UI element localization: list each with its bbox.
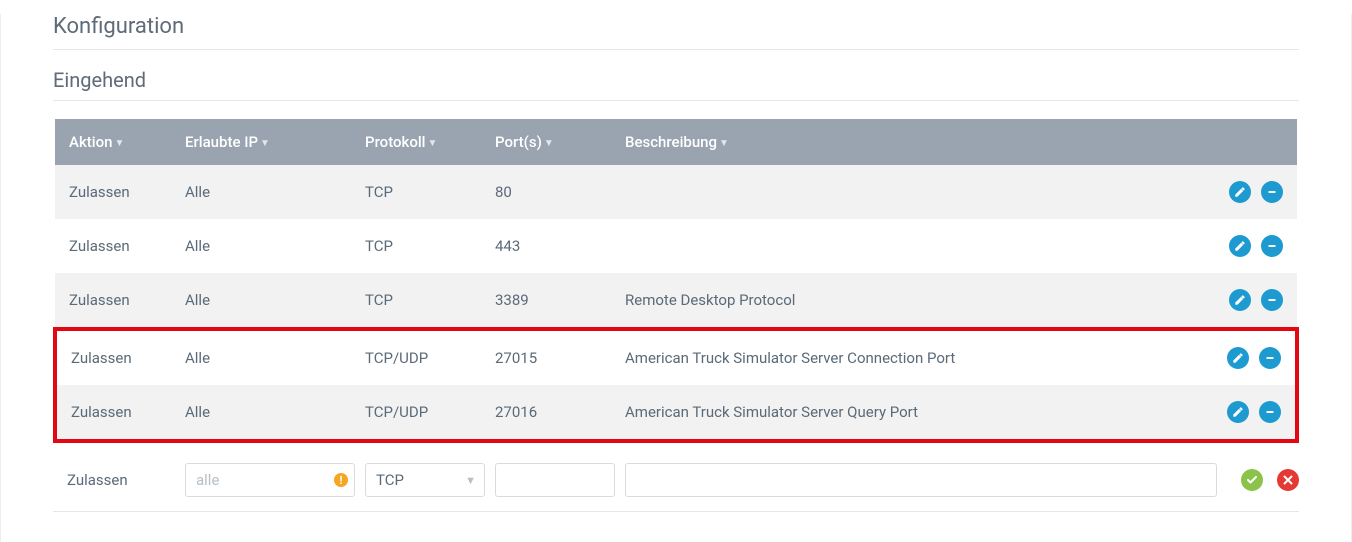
table-row: ZulassenAlleTCP/UDP27016American Truck S… (55, 385, 1297, 441)
cell-ports: 80 (485, 165, 615, 219)
remove-button[interactable] (1261, 235, 1283, 257)
add-rule-row: Zulassen ! TCP ▼ (53, 451, 1299, 512)
subsection-title: Eingehend (53, 68, 1299, 101)
add-rule-description-input[interactable] (626, 464, 1216, 496)
edit-button[interactable] (1227, 401, 1249, 423)
cell-description: American Truck Simulator Server Query Po… (615, 385, 1207, 441)
check-icon (1246, 474, 1258, 486)
edit-icon (1232, 352, 1244, 364)
cancel-add-button[interactable] (1277, 469, 1299, 491)
chevron-down-icon: ▼ (465, 474, 476, 487)
cell-action: Zulassen (55, 219, 175, 273)
header-protocol[interactable]: Protokoll▼ (355, 119, 485, 165)
cell-ports: 27015 (485, 329, 615, 385)
cell-protocol: TCP (355, 273, 485, 329)
sort-icon: ▼ (544, 138, 554, 149)
header-action[interactable]: Aktion▼ (55, 119, 175, 165)
edit-icon (1234, 186, 1246, 198)
edit-icon (1234, 294, 1246, 306)
table-row: ZulassenAlleTCP443 (55, 219, 1297, 273)
sort-icon: ▼ (719, 138, 729, 149)
edit-button[interactable] (1229, 289, 1251, 311)
edit-icon (1234, 240, 1246, 252)
edit-button[interactable] (1229, 181, 1251, 203)
cell-protocol: TCP/UDP (355, 385, 485, 441)
add-rule-ports-field[interactable] (495, 463, 615, 497)
add-rule-ports-input[interactable] (496, 464, 614, 496)
cell-ip: Alle (175, 165, 355, 219)
remove-button[interactable] (1261, 289, 1283, 311)
rules-table: Aktion▼ Erlaubte IP▼ Protokoll▼ Port(s)▼… (53, 119, 1299, 443)
table-row: ZulassenAlleTCP/UDP27015American Truck S… (55, 329, 1297, 385)
cell-description (615, 219, 1207, 273)
add-rule-protocol-value: TCP (376, 471, 404, 489)
cell-description: Remote Desktop Protocol (615, 273, 1207, 329)
remove-icon (1266, 294, 1278, 306)
add-rule-action-label: Zulassen (53, 471, 175, 489)
table-row: ZulassenAlleTCP3389Remote Desktop Protoc… (55, 273, 1297, 329)
cell-protocol: TCP/UDP (355, 329, 485, 385)
add-rule-protocol-select[interactable]: TCP ▼ (365, 463, 485, 497)
add-rule-ip-input[interactable] (186, 464, 334, 496)
confirm-add-button[interactable] (1241, 469, 1263, 491)
cell-action: Zulassen (55, 165, 175, 219)
cell-action: Zulassen (55, 273, 175, 329)
cell-ports: 27016 (485, 385, 615, 441)
close-icon (1282, 474, 1294, 486)
section-title: Konfiguration (53, 14, 1299, 50)
cell-ports: 443 (485, 219, 615, 273)
warning-icon: ! (334, 473, 348, 487)
table-row: ZulassenAlleTCP80 (55, 165, 1297, 219)
cell-protocol: TCP (355, 165, 485, 219)
remove-icon (1266, 240, 1278, 252)
table-header-row: Aktion▼ Erlaubte IP▼ Protokoll▼ Port(s)▼… (55, 119, 1297, 165)
cell-ip: Alle (175, 385, 355, 441)
edit-button[interactable] (1229, 235, 1251, 257)
cell-protocol: TCP (355, 219, 485, 273)
edit-button[interactable] (1227, 347, 1249, 369)
cell-ip: Alle (175, 273, 355, 329)
cell-ip: Alle (175, 219, 355, 273)
remove-icon (1264, 406, 1276, 418)
sort-icon: ▼ (428, 138, 438, 149)
remove-button[interactable] (1259, 401, 1281, 423)
sort-icon: ▼ (260, 138, 270, 149)
cell-action: Zulassen (55, 385, 175, 441)
cell-action: Zulassen (55, 329, 175, 385)
remove-icon (1266, 186, 1278, 198)
sort-icon: ▼ (114, 138, 124, 149)
remove-button[interactable] (1261, 181, 1283, 203)
remove-icon (1264, 352, 1276, 364)
add-rule-description-field[interactable] (625, 463, 1217, 497)
add-rule-ip-field[interactable]: ! (185, 463, 355, 497)
edit-icon (1232, 406, 1244, 418)
header-description[interactable]: Beschreibung▼ (615, 119, 1207, 165)
remove-button[interactable] (1259, 347, 1281, 369)
cell-description (615, 165, 1207, 219)
cell-description: American Truck Simulator Server Connecti… (615, 329, 1207, 385)
cell-ports: 3389 (485, 273, 615, 329)
header-ip[interactable]: Erlaubte IP▼ (175, 119, 355, 165)
cell-ip: Alle (175, 329, 355, 385)
header-ports[interactable]: Port(s)▼ (485, 119, 615, 165)
